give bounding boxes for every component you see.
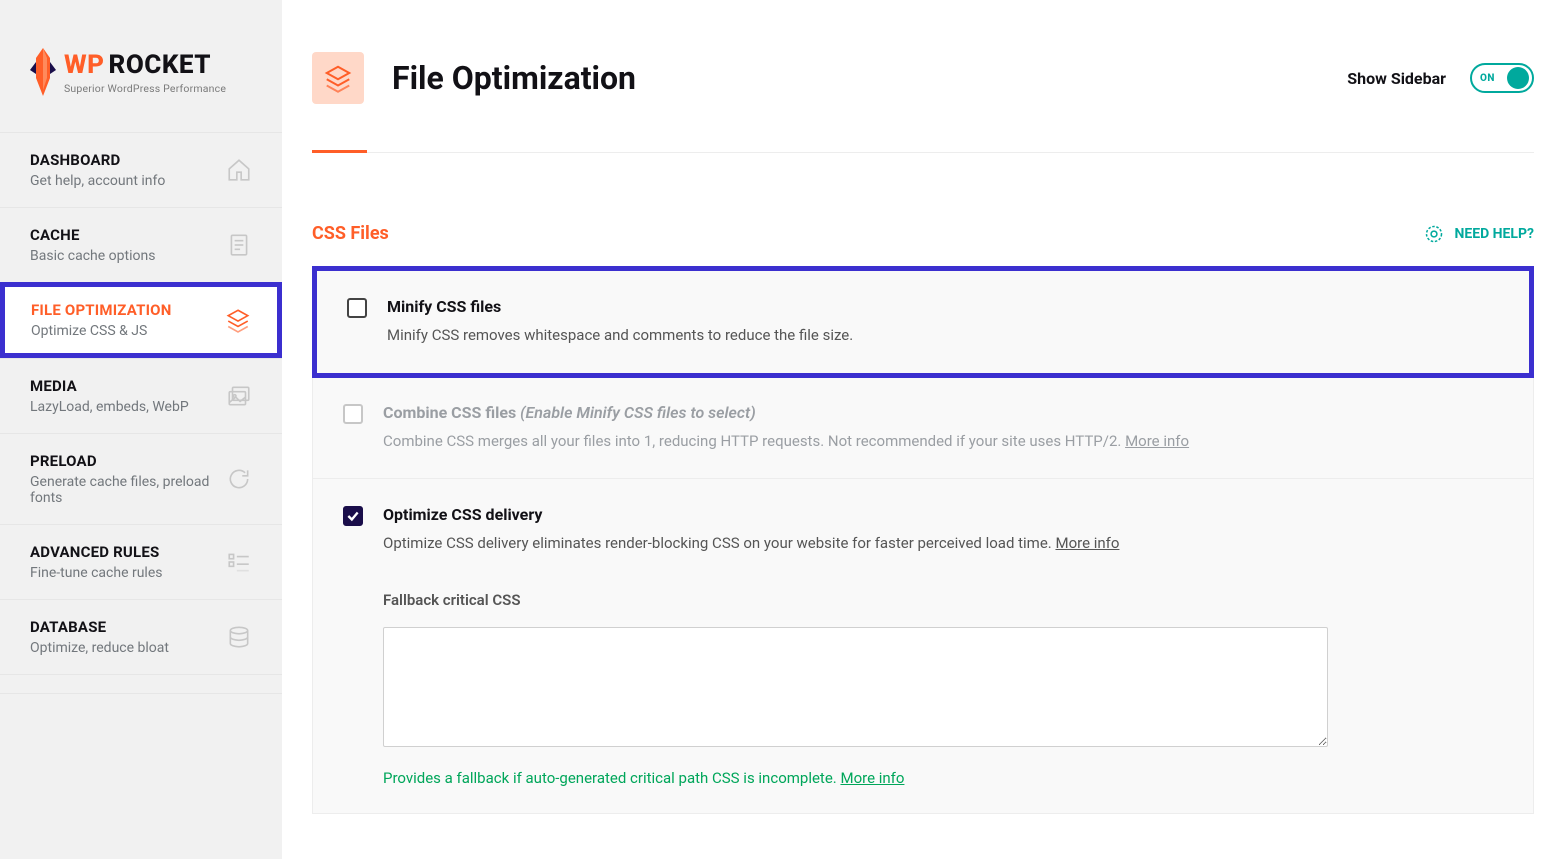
rocket-icon bbox=[30, 48, 56, 96]
minify-css-title: Minify CSS files bbox=[387, 297, 1499, 316]
optimize-css-desc: Optimize CSS delivery eliminates render-… bbox=[383, 532, 1503, 555]
layers-icon bbox=[323, 63, 353, 93]
sidebar-item-dashboard[interactable]: DASHBOARD Get help, account info bbox=[0, 132, 282, 207]
sidebar-item-advanced-rules[interactable]: ADVANCED RULES Fine-tune cache rules bbox=[0, 524, 282, 599]
nav-title: CACHE bbox=[30, 226, 155, 244]
page-icon bbox=[312, 52, 364, 104]
logo-subtitle: Superior WordPress Performance bbox=[64, 82, 226, 95]
combine-more-info-link[interactable]: More info bbox=[1125, 432, 1189, 450]
minify-css-desc: Minify CSS removes whitespace and commen… bbox=[387, 324, 1499, 347]
home-icon bbox=[226, 157, 252, 183]
database-icon bbox=[226, 624, 252, 650]
nav-desc: Basic cache options bbox=[30, 248, 155, 264]
options-panel: Minify CSS files Minify CSS removes whit… bbox=[312, 266, 1534, 814]
images-icon bbox=[226, 383, 252, 409]
minify-css-checkbox[interactable] bbox=[347, 298, 367, 318]
help-label: NEED HELP? bbox=[1454, 226, 1534, 242]
document-icon bbox=[226, 232, 252, 258]
fallback-note: Provides a fallback if auto-generated cr… bbox=[383, 769, 1503, 787]
sidebar-item-preload[interactable]: PRELOAD Generate cache files, preload fo… bbox=[0, 433, 282, 524]
optimize-css-title: Optimize CSS delivery bbox=[383, 505, 1503, 524]
fallback-css-textarea[interactable] bbox=[383, 627, 1328, 747]
logo: WPROCKET Superior WordPress Performance bbox=[0, 0, 282, 132]
nav-desc: Generate cache files, preload fonts bbox=[30, 474, 226, 506]
fallback-css-label: Fallback critical CSS bbox=[383, 591, 1503, 609]
nav-title: ADVANCED RULES bbox=[30, 543, 163, 561]
combine-css-title: Combine CSS files (Enable Minify CSS fil… bbox=[383, 403, 1503, 422]
list-icon bbox=[226, 549, 252, 575]
check-icon bbox=[346, 509, 360, 523]
section-title: CSS Files bbox=[312, 223, 389, 244]
logo-title: WPROCKET bbox=[64, 50, 226, 80]
nav-title: FILE OPTIMIZATION bbox=[31, 301, 172, 319]
optimize-more-info-link[interactable]: More info bbox=[1055, 534, 1119, 552]
nav-desc: Optimize, reduce bloat bbox=[30, 640, 169, 656]
sidebar: WPROCKET Superior WordPress Performance … bbox=[0, 0, 282, 859]
page-header: File Optimization Show Sidebar ON bbox=[312, 52, 1534, 153]
nav-desc: Get help, account info bbox=[30, 173, 165, 189]
sidebar-item-partial[interactable] bbox=[0, 674, 282, 694]
show-sidebar-toggle[interactable]: ON bbox=[1470, 63, 1534, 93]
need-help-link[interactable]: NEED HELP? bbox=[1424, 224, 1534, 244]
main-content: File Optimization Show Sidebar ON CSS Fi… bbox=[282, 0, 1544, 859]
sidebar-item-media[interactable]: MEDIA LazyLoad, embeds, WebP bbox=[0, 358, 282, 433]
css-files-section: CSS Files NEED HELP? Minify CSS files Mi… bbox=[312, 153, 1534, 814]
layers-icon bbox=[225, 307, 251, 333]
sidebar-item-database[interactable]: DATABASE Optimize, reduce bloat bbox=[0, 599, 282, 674]
nav-desc: LazyLoad, embeds, WebP bbox=[30, 399, 189, 415]
option-optimize-css: Optimize CSS delivery Optimize CSS deliv… bbox=[313, 479, 1533, 813]
nav-desc: Fine-tune cache rules bbox=[30, 565, 163, 581]
option-combine-css: Combine CSS files (Enable Minify CSS fil… bbox=[313, 377, 1533, 480]
fallback-more-info-link[interactable]: More info bbox=[840, 769, 904, 787]
optimize-css-checkbox[interactable] bbox=[343, 506, 363, 526]
nav-title: DASHBOARD bbox=[30, 151, 165, 169]
page-title: File Optimization bbox=[392, 59, 636, 97]
nav-title: MEDIA bbox=[30, 377, 189, 395]
option-minify-css: Minify CSS files Minify CSS removes whit… bbox=[312, 266, 1534, 378]
sidebar-item-cache[interactable]: CACHE Basic cache options bbox=[0, 207, 282, 282]
toggle-on-label: ON bbox=[1480, 73, 1495, 84]
help-icon bbox=[1424, 224, 1444, 244]
refresh-icon bbox=[226, 466, 252, 492]
combine-css-desc: Combine CSS merges all your files into 1… bbox=[383, 430, 1503, 453]
app-root: WPROCKET Superior WordPress Performance … bbox=[0, 0, 1544, 859]
sidebar-item-file-optimization[interactable]: FILE OPTIMIZATION Optimize CSS & JS bbox=[0, 282, 282, 358]
nav-title: DATABASE bbox=[30, 618, 169, 636]
toggle-knob bbox=[1507, 67, 1529, 89]
combine-css-checkbox bbox=[343, 404, 363, 424]
nav-title: PRELOAD bbox=[30, 452, 226, 470]
nav-desc: Optimize CSS & JS bbox=[31, 323, 172, 339]
show-sidebar-label: Show Sidebar bbox=[1347, 69, 1446, 88]
